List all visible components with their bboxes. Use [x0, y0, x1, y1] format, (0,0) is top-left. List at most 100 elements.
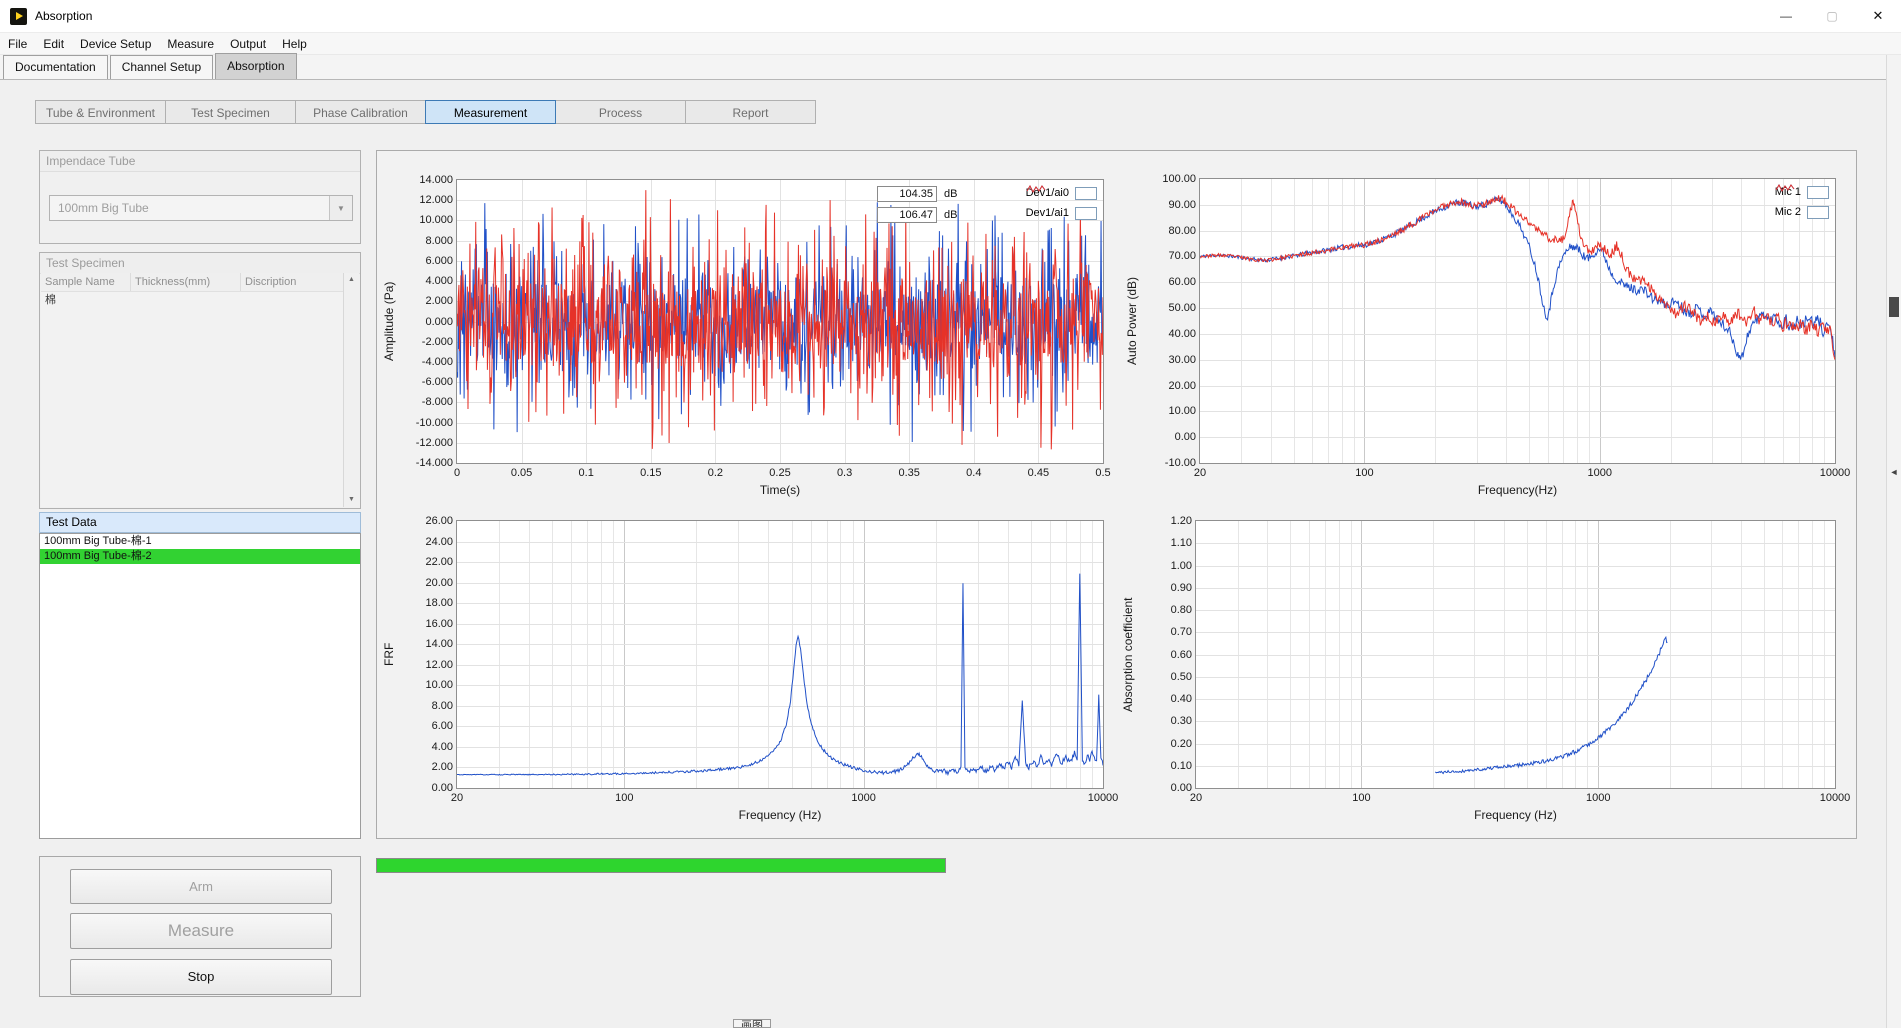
subtab-test-specimen[interactable]: Test Specimen — [165, 100, 296, 124]
y-tick-label: 0.50 — [1140, 671, 1192, 683]
y-tick-label: 22.00 — [401, 556, 453, 568]
menu-item-file[interactable]: File — [0, 33, 35, 55]
x-tick-label: 100 — [594, 792, 654, 804]
autopower-legend: Mic 1Mic 2 — [1775, 182, 1829, 222]
x-tick-label: 0 — [427, 467, 487, 479]
scroll-up-icon[interactable]: ▲ — [344, 273, 359, 287]
vertical-scrollbar[interactable]: ◄ — [1886, 55, 1901, 1028]
legend-item-mic-2[interactable]: Mic 2 — [1775, 202, 1829, 222]
x-tick-label: 20 — [427, 792, 487, 804]
maximize-button[interactable]: ▢ — [1809, 0, 1855, 32]
y-tick-label: 0.20 — [1140, 738, 1192, 750]
x-tick-label: 20 — [1170, 467, 1230, 479]
column-header-sample-name[interactable]: Sample Name — [41, 273, 131, 291]
time-y-axis-label: Amplitude (Pa) — [381, 180, 397, 463]
x-tick-label: 0.05 — [492, 467, 552, 479]
impedance-tube-combobox[interactable]: 100mm Big Tube ▼ — [49, 195, 353, 221]
impedance-tube-label: Impendace Tube — [40, 151, 360, 172]
y-tick-label: 4.000 — [401, 275, 453, 287]
x-tick-label: 0.45 — [1008, 467, 1068, 479]
subtab-process[interactable]: Process — [555, 100, 686, 124]
y-tick-label: 18.00 — [401, 597, 453, 609]
autopower-x-axis-label: Frequency(Hz) — [1200, 483, 1835, 497]
y-tick-label: 40.00 — [1144, 328, 1196, 340]
window-controls: — ▢ ✕ — [1763, 0, 1901, 32]
frf-x-axis-label: Frequency (Hz) — [457, 808, 1103, 822]
y-tick-label: 2.00 — [401, 761, 453, 773]
list-item[interactable]: 100mm Big Tube-棉-2 — [40, 549, 360, 564]
test-data-header: Test Data — [39, 512, 361, 533]
y-tick-label: 8.000 — [401, 235, 453, 247]
tab-absorption[interactable]: Absorption — [215, 53, 296, 79]
bottom-tab[interactable]: 画图 — [733, 1019, 771, 1028]
measure-button[interactable]: Measure — [70, 913, 332, 949]
tab-channel-setup[interactable]: Channel Setup — [110, 55, 213, 79]
test-specimen-scrollbar[interactable]: ▲ ▼ — [343, 273, 359, 507]
y-tick-label: -8.000 — [401, 396, 453, 408]
menu-item-help[interactable]: Help — [274, 33, 315, 55]
y-tick-label: 60.00 — [1144, 276, 1196, 288]
y-tick-label: 10.00 — [401, 679, 453, 691]
column-header-thickness-mm[interactable]: Thickness(mm) — [131, 273, 241, 291]
time-x-axis-label: Time(s) — [457, 483, 1103, 497]
y-tick-label: 26.00 — [401, 515, 453, 527]
y-tick-label: 6.00 — [401, 720, 453, 732]
y-tick-label: 12.00 — [401, 659, 453, 671]
frf-y-axis-label: FRF — [381, 521, 397, 788]
tab-documentation[interactable]: Documentation — [3, 55, 108, 79]
app-icon — [10, 8, 27, 25]
x-tick-label: 20 — [1166, 792, 1226, 804]
table-row[interactable]: 棉 — [41, 292, 359, 308]
y-tick-label: 14.00 — [401, 638, 453, 650]
subtab-tube-environment[interactable]: Tube & Environment — [35, 100, 166, 124]
subtab-measurement[interactable]: Measurement — [425, 100, 556, 124]
x-tick-label: 100 — [1331, 792, 1391, 804]
subtab-report[interactable]: Report — [685, 100, 816, 124]
minimize-button[interactable]: — — [1763, 0, 1809, 32]
plot-svg — [1200, 179, 1835, 463]
main-tab-strip: DocumentationChannel SetupAbsorption — [0, 55, 1901, 80]
arm-button[interactable]: Arm — [70, 869, 332, 904]
y-tick-label: -12.000 — [401, 437, 453, 449]
x-tick-label: 0.4 — [944, 467, 1004, 479]
y-tick-label: -4.000 — [401, 356, 453, 368]
y-tick-label: 8.00 — [401, 700, 453, 712]
progress-bar — [376, 858, 946, 873]
chevron-down-icon[interactable]: ▼ — [329, 196, 352, 220]
column-header-discription[interactable]: Discription — [241, 273, 345, 291]
menu-item-device-setup[interactable]: Device Setup — [72, 33, 159, 55]
x-tick-label: 0.1 — [556, 467, 616, 479]
menu-item-measure[interactable]: Measure — [159, 33, 222, 55]
list-item[interactable]: 100mm Big Tube-棉-1 — [40, 534, 360, 549]
plot-svg — [457, 521, 1103, 788]
absorption-y-axis-label: Absorption coefficient — [1120, 521, 1136, 788]
x-tick-label: 0.25 — [750, 467, 810, 479]
table-cell — [131, 292, 241, 308]
y-tick-label: 1.10 — [1140, 537, 1192, 549]
y-tick-label: 10.00 — [1144, 405, 1196, 417]
menu-bar: FileEditDevice SetupMeasureOutputHelp — [0, 33, 1901, 55]
impedance-tube-value: 100mm Big Tube — [50, 201, 329, 215]
play-icon — [16, 12, 23, 20]
y-tick-label: 0.70 — [1140, 626, 1192, 638]
level-readout: 106.47dB — [877, 204, 957, 225]
menu-item-output[interactable]: Output — [222, 33, 274, 55]
y-tick-label: 0.00 — [1144, 431, 1196, 443]
y-tick-label: 0.40 — [1140, 693, 1192, 705]
scrollbar-thumb[interactable] — [1889, 297, 1899, 317]
y-tick-label: 50.00 — [1144, 302, 1196, 314]
close-button[interactable]: ✕ — [1855, 0, 1901, 32]
menu-item-edit[interactable]: Edit — [35, 33, 72, 55]
x-tick-label: 0.2 — [685, 467, 745, 479]
scroll-left-icon[interactable]: ◄ — [1887, 467, 1901, 477]
legend-item-dev1-ai1[interactable]: Dev1/ai1 — [1026, 203, 1097, 223]
y-tick-label: 90.00 — [1144, 199, 1196, 211]
absorption-x-axis-label: Frequency (Hz) — [1196, 808, 1835, 822]
level-value: 106.47 — [877, 207, 937, 223]
subtab-phase-calibration[interactable]: Phase Calibration — [295, 100, 426, 124]
x-tick-label: 0.15 — [621, 467, 681, 479]
y-tick-label: 30.00 — [1144, 354, 1196, 366]
scroll-down-icon[interactable]: ▼ — [344, 493, 359, 507]
stop-button[interactable]: Stop — [70, 959, 332, 995]
plot-svg — [457, 180, 1103, 463]
